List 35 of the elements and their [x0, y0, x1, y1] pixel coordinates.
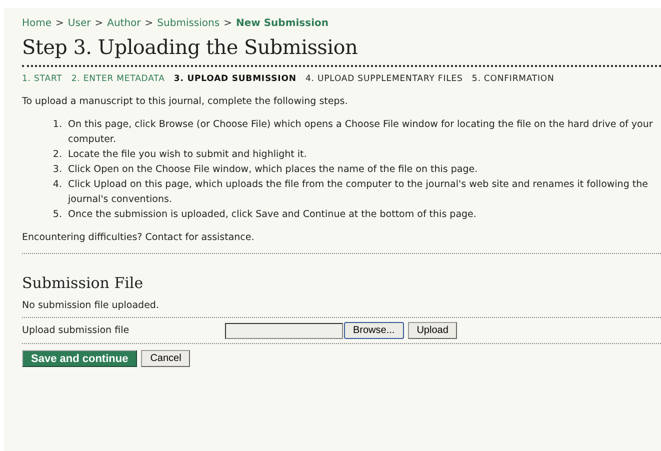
list-number: 3. [52, 163, 63, 177]
instruction-text: Click Upload on this page, which uploads the file from the computer to the journal's web site and renames it following the journal's conventions. [68, 178, 649, 207]
list-number: 4. [52, 178, 63, 192]
progress-step: 4. UPLOAD SUPPLEMENTARY FILES [305, 74, 463, 84]
file-field[interactable] [225, 322, 343, 338]
list-number: 1. [52, 118, 63, 132]
upload-button[interactable]: Upload [408, 322, 458, 339]
status-text: No submission file uploaded. [22, 300, 160, 311]
instruction-text: Once the submission is uploaded, click Save and Continue at the bottom of this page. [68, 208, 476, 222]
breadcrumb-link[interactable]: User [68, 18, 91, 29]
save-button[interactable]: Save and continue [22, 350, 138, 367]
breadcrumb-separator: > [144, 18, 154, 29]
list-number: 2. [52, 148, 63, 162]
list-number: 5. [52, 208, 63, 222]
browse-button[interactable]: Browse... [344, 322, 404, 339]
instruction-text: Click Open on the Choose File window, which places the name of the file on this page. [68, 163, 478, 177]
instruction-text: Locate the file you wish to submit and highlight it. [68, 148, 307, 162]
progress-step[interactable]: 2. ENTER METADATA [71, 74, 165, 84]
section-title: Submission File [22, 274, 144, 292]
progress-step: 5. CONFIRMATION [472, 74, 554, 84]
breadcrumb-link[interactable]: Author [107, 18, 141, 29]
breadcrumb-link[interactable]: Home [22, 18, 52, 29]
breadcrumb-separator: > [94, 18, 104, 29]
intro-text: To upload a manuscript to this journal, complete the following steps. [22, 96, 349, 107]
breadcrumb-link[interactable]: New Submission [236, 18, 329, 29]
breadcrumb-link[interactable]: Submissions [157, 18, 220, 29]
field-label: Upload submission file [22, 325, 130, 336]
breadcrumb-separator: > [56, 18, 64, 29]
progress-step[interactable]: 1. START [22, 74, 62, 84]
progress-step: 3. UPLOAD SUBMISSION [174, 74, 296, 84]
page-title: Step 3. Uploading the Submission [22, 35, 359, 59]
breadcrumb-separator: > [224, 18, 232, 29]
instruction-text: On this page, click Browse (or Choose File) which opens a Choose File window for locating the file on the hard drive of your computer. [68, 118, 654, 147]
help-text: Encountering difficulties? Contact for assistance. [22, 232, 256, 243]
cancel-button[interactable]: Cancel [141, 350, 190, 367]
